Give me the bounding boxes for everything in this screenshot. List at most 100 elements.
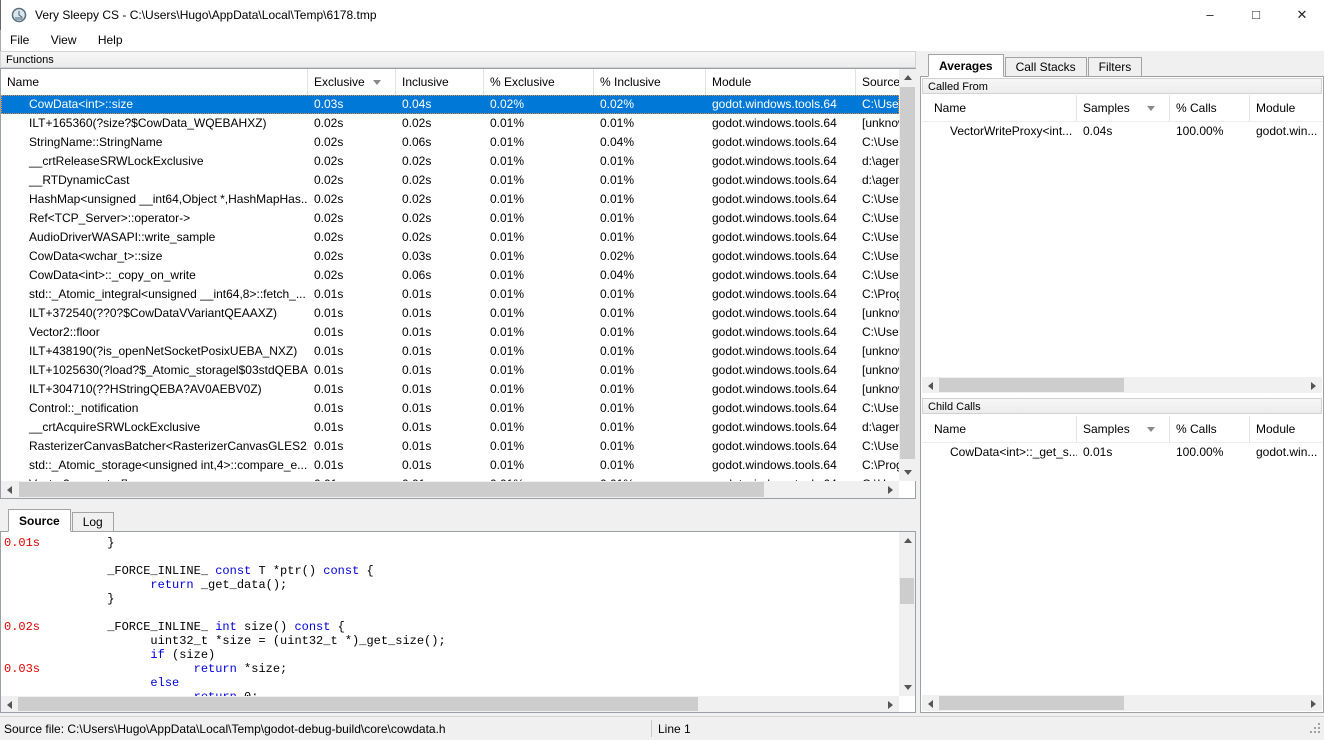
cell: HashMap<unsigned __int64,Object *,HashMa… — [1, 190, 308, 209]
function-row[interactable]: std::_Atomic_integral<unsigned __int64,8… — [1, 285, 899, 304]
list-item[interactable]: CowData<int>::_get_s...0.01s100.00%godot… — [922, 443, 1322, 462]
functions-vertical-scrollbar[interactable] — [899, 69, 916, 481]
menu-file[interactable]: File — [1, 30, 38, 51]
tab-averages[interactable]: Averages — [928, 54, 1004, 77]
cell: 0.01s — [308, 304, 396, 323]
cell: godot.win... — [1250, 122, 1322, 141]
column-header-pct-exclusive[interactable]: % Exclusive — [484, 69, 594, 95]
cell: 0.01s — [396, 418, 484, 437]
tab-call-stacks[interactable]: Call Stacks — [1005, 57, 1087, 77]
scroll-down-icon[interactable] — [899, 464, 916, 481]
source-view: 0.01s } _FORCE_INLINE_ const T *ptr() co… — [0, 531, 916, 713]
cell: 0.01% — [594, 437, 706, 456]
cell: 0.01s — [396, 399, 484, 418]
cell: 100.00% — [1170, 122, 1250, 141]
cell: 0.01s — [308, 399, 396, 418]
scroll-right-icon[interactable] — [1305, 377, 1322, 394]
scroll-left-icon[interactable] — [922, 695, 939, 712]
function-row[interactable]: ILT+438190(?is_openNetSocketPosixUEBA_NX… — [1, 342, 899, 361]
scrollbar-thumb[interactable] — [900, 87, 915, 459]
cell: 0.01% — [484, 209, 594, 228]
source-line: _FORCE_INLINE_ const T *ptr() const { — [2, 564, 898, 578]
cell: 0.01% — [594, 399, 706, 418]
column-header-module[interactable]: Module — [1250, 416, 1322, 442]
time-gutter: 0.02s — [2, 620, 64, 634]
scroll-right-icon[interactable] — [1305, 695, 1322, 712]
column-header-module[interactable]: Module — [1250, 95, 1322, 121]
column-header-pct-calls[interactable]: % Calls — [1170, 95, 1250, 121]
function-row[interactable]: StringName::StringName0.02s0.06s0.01%0.0… — [1, 133, 899, 152]
source-vertical-scrollbar[interactable] — [899, 532, 915, 696]
column-header-samples[interactable]: Samples — [1077, 416, 1170, 442]
time-gutter — [2, 578, 64, 592]
function-row[interactable]: ILT+372540(??0?$CowDataVVariantQEAAXZ)0.… — [1, 304, 899, 323]
column-header-source[interactable]: Source — [856, 69, 899, 95]
source-line: 0.01s } — [2, 536, 898, 550]
menu-help[interactable]: Help — [89, 30, 132, 51]
scroll-down-icon[interactable] — [899, 679, 916, 696]
function-row[interactable]: AudioDriverWASAPI::write_sample0.02s0.02… — [1, 228, 899, 247]
functions-horizontal-scrollbar[interactable] — [1, 481, 899, 498]
column-header-name[interactable]: Name — [922, 95, 1077, 121]
scroll-right-icon[interactable] — [882, 481, 899, 498]
source-code[interactable]: 0.01s } _FORCE_INLINE_ const T *ptr() co… — [2, 536, 898, 696]
cell: 0.01s — [396, 285, 484, 304]
function-row[interactable]: CowData<int>::_copy_on_write0.02s0.06s0.… — [1, 266, 899, 285]
scroll-up-icon[interactable] — [899, 69, 916, 86]
maximize-button[interactable]: □ — [1233, 0, 1279, 30]
scrollbar-thumb[interactable] — [900, 578, 914, 604]
source-line — [2, 606, 898, 620]
scroll-left-icon[interactable] — [1, 696, 18, 713]
scrollbar-thumb[interactable] — [939, 696, 1124, 710]
scroll-left-icon[interactable] — [922, 377, 939, 394]
scroll-up-icon[interactable] — [899, 532, 916, 549]
list-item[interactable]: VectorWriteProxy<int...0.04s100.00%godot… — [922, 122, 1322, 141]
cell: godot.windows.tools.64 — [706, 171, 856, 190]
tab-log[interactable]: Log — [72, 512, 114, 532]
function-row[interactable]: Ref<TCP_Server>::operator->0.02s0.02s0.0… — [1, 209, 899, 228]
column-header-pct-inclusive[interactable]: % Inclusive — [594, 69, 706, 95]
function-row[interactable]: CowData<wchar_t>::size0.02s0.03s0.01%0.0… — [1, 247, 899, 266]
column-header-inclusive[interactable]: Inclusive — [396, 69, 484, 95]
column-header-samples[interactable]: Samples — [1077, 95, 1170, 121]
tab-filters[interactable]: Filters — [1088, 57, 1143, 77]
tab-source[interactable]: Source — [8, 509, 71, 532]
cell: ILT+165360(?size?$CowData_WQEBAHXZ) — [1, 114, 308, 133]
cell: 0.02s — [308, 171, 396, 190]
function-row[interactable]: Vector2::floor0.01s0.01s0.01%0.01%godot.… — [1, 323, 899, 342]
scroll-right-icon[interactable] — [882, 696, 899, 713]
function-row[interactable]: Control::_notification0.01s0.01s0.01%0.0… — [1, 399, 899, 418]
scrollbar-thumb[interactable] — [18, 697, 698, 711]
function-row[interactable]: __crtReleaseSRWLockExclusive0.02s0.02s0.… — [1, 152, 899, 171]
function-row[interactable]: std::_Atomic_storage<unsigned int,4>::co… — [1, 456, 899, 475]
child-calls-horizontal-scrollbar[interactable] — [922, 695, 1322, 711]
cell: C:\User — [856, 323, 899, 342]
column-header-module[interactable]: Module — [706, 69, 856, 95]
function-row[interactable]: HashMap<unsigned __int64,Object *,HashMa… — [1, 190, 899, 209]
function-row[interactable]: ILT+165360(?size?$CowData_WQEBAHXZ)0.02s… — [1, 114, 899, 133]
column-header-name[interactable]: Name — [1, 69, 308, 95]
cell: 0.01s — [308, 323, 396, 342]
cell: 0.01% — [484, 133, 594, 152]
function-row[interactable]: CowData<int>::size0.03s0.04s0.02%0.02%go… — [1, 95, 899, 114]
function-row[interactable]: RasterizerCanvasBatcher<RasterizerCanvas… — [1, 437, 899, 456]
resize-grip-icon[interactable] — [1308, 721, 1321, 737]
column-header-pct-calls[interactable]: % Calls — [1170, 416, 1250, 442]
cell: 0.01% — [484, 323, 594, 342]
source-line — [2, 550, 898, 564]
function-row[interactable]: ILT+1025630(?load?$_Atomic_storagel$03st… — [1, 361, 899, 380]
scrollbar-thumb[interactable] — [19, 482, 764, 497]
minimize-button[interactable]: – — [1187, 0, 1233, 30]
column-header-name[interactable]: Name — [922, 416, 1077, 442]
cell: 0.01% — [484, 114, 594, 133]
close-button[interactable]: ✕ — [1279, 0, 1324, 30]
function-row[interactable]: __RTDynamicCast0.02s0.02s0.01%0.01%godot… — [1, 171, 899, 190]
called-from-horizontal-scrollbar[interactable] — [922, 377, 1322, 393]
scrollbar-thumb[interactable] — [939, 378, 1124, 392]
menu-view[interactable]: View — [42, 30, 86, 51]
function-row[interactable]: __crtAcquireSRWLockExclusive0.01s0.01s0.… — [1, 418, 899, 437]
function-row[interactable]: ILT+304710(??HStringQEBA?AV0AEBV0Z)0.01s… — [1, 380, 899, 399]
source-horizontal-scrollbar[interactable] — [1, 696, 899, 712]
column-header-exclusive[interactable]: Exclusive — [308, 69, 396, 95]
scroll-left-icon[interactable] — [1, 481, 18, 498]
